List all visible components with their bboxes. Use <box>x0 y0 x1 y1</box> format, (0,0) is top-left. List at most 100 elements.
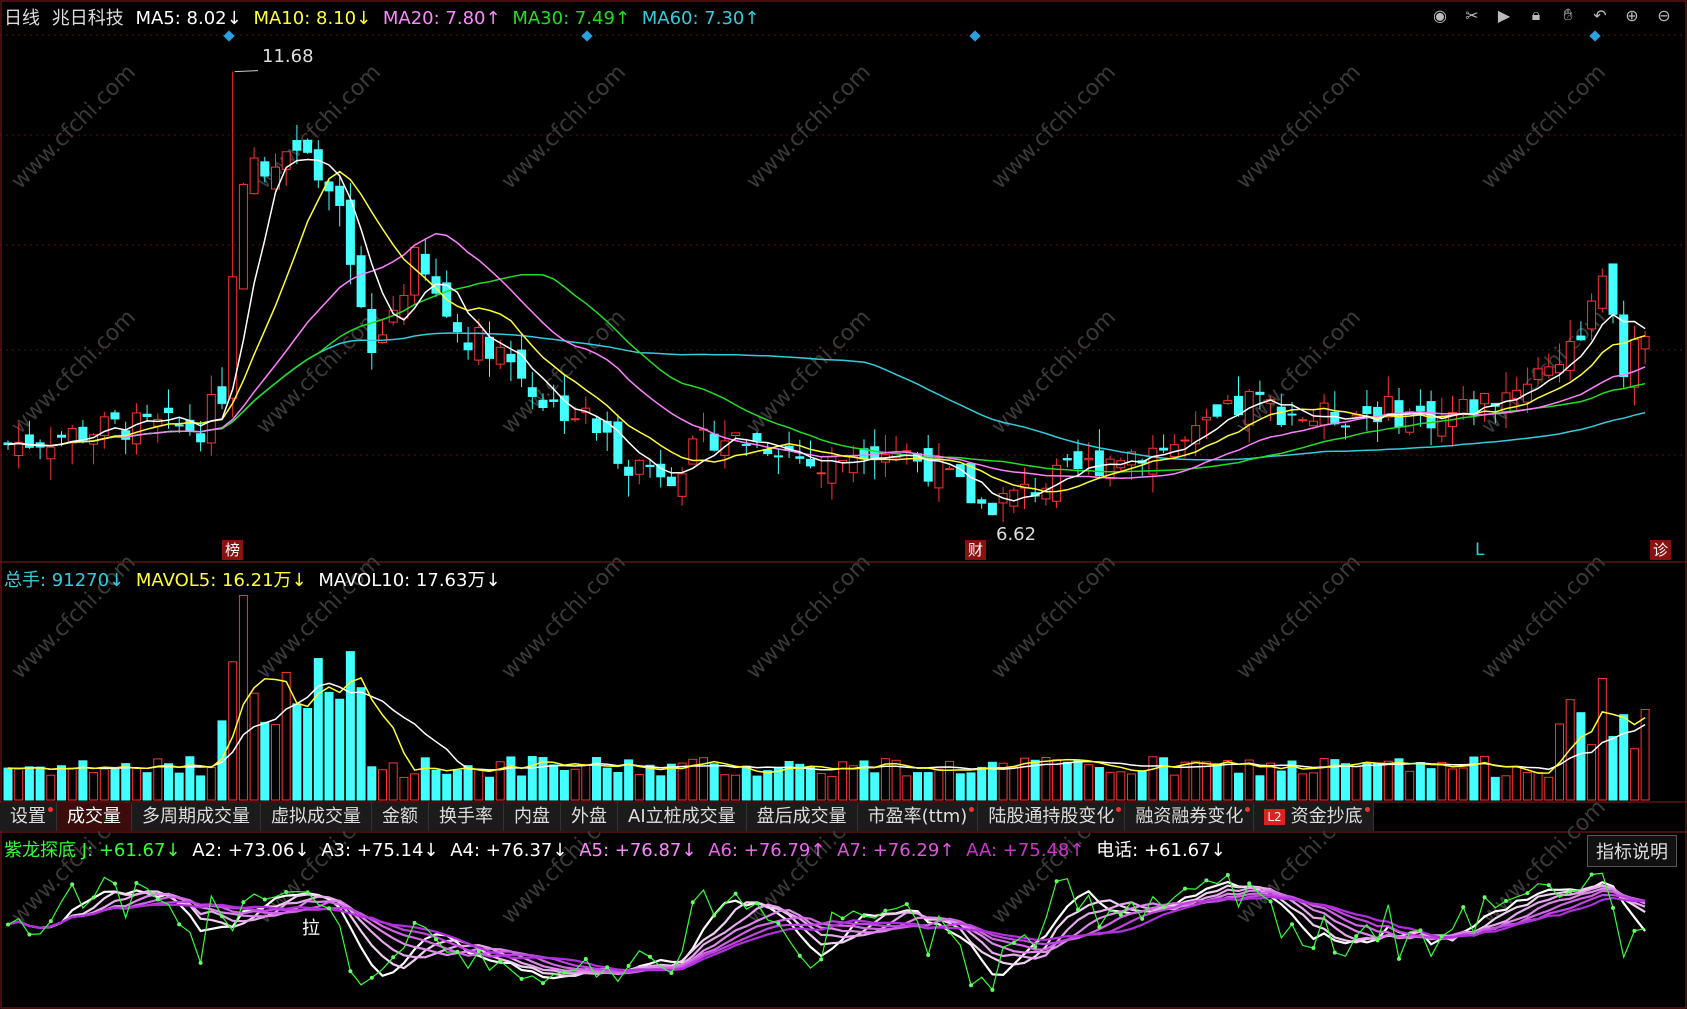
volume-bar <box>1127 773 1136 801</box>
volume-bar <box>934 768 944 801</box>
tab-6[interactable]: 内盘 <box>504 803 561 831</box>
volume-bar <box>559 770 569 801</box>
indicator-j-dot <box>969 983 973 988</box>
candle-body <box>1533 368 1543 381</box>
tab-0[interactable]: 设置 <box>0 803 57 831</box>
volume-bar <box>1169 774 1179 801</box>
volume-bar <box>1373 763 1383 801</box>
volume-bar <box>14 768 24 801</box>
tab-2[interactable]: 多周期成交量 <box>132 803 261 831</box>
candle-body <box>1201 416 1211 421</box>
tab-label: 陆股通持股变化 <box>988 806 1115 827</box>
candle-body <box>987 502 997 516</box>
candle-body <box>345 199 355 265</box>
volume-bar <box>46 774 56 801</box>
indicator-j-dot <box>134 881 139 886</box>
volume-bar <box>1105 771 1115 801</box>
indicator-j-dot <box>70 882 75 887</box>
candle-body <box>731 432 741 436</box>
indicator-j-dot <box>455 949 460 954</box>
indicator-j-dot <box>883 908 888 913</box>
volume-bar <box>57 765 66 801</box>
tab-4[interactable]: 金额 <box>372 803 429 831</box>
candle-body <box>624 466 634 476</box>
candle-body <box>1276 406 1286 426</box>
marker-cai[interactable]: 财 <box>965 540 987 560</box>
candle-body <box>795 456 805 459</box>
tab-1[interactable]: 成交量 <box>57 803 132 831</box>
eye-icon[interactable]: ◉ <box>1429 4 1451 26</box>
tab-label: 虚拟成交量 <box>271 806 361 827</box>
candle-body <box>174 424 184 427</box>
volume-bar <box>121 763 131 801</box>
volume-bar <box>1448 768 1457 801</box>
tab-13[interactable]: L2 资金抄底 <box>1254 803 1374 831</box>
zoom-in-icon[interactable]: ⊕ <box>1621 4 1643 26</box>
indicator-j-dot <box>348 969 353 974</box>
volume-bar <box>378 769 387 801</box>
volume-bar <box>410 773 420 801</box>
indicator-tabs: 设置 成交量 多周期成交量 虚拟成交量 金额 换手率 内盘 外盘 AI立桩成交量 盘后成交量 市盈率… <box>0 803 1374 831</box>
candle-body <box>367 308 377 354</box>
volume-bar <box>581 763 591 801</box>
candle-body <box>1362 406 1372 414</box>
tab-9[interactable]: 盘后成交量 <box>747 803 858 831</box>
indicator-j-dot <box>755 901 759 906</box>
indicator-j-dot <box>819 957 824 962</box>
volume-bar <box>741 765 751 801</box>
tab-11[interactable]: 陆股通持股变化 <box>978 803 1126 831</box>
lock-icon[interactable]: 🔒︎ <box>1525 4 1547 26</box>
candle-body <box>848 455 858 474</box>
tab-7[interactable]: 外盘 <box>561 803 618 831</box>
indicator-a3: A3: +75.14↓ <box>321 840 439 861</box>
notification-dot-icon <box>1364 807 1370 812</box>
volume-bar <box>335 698 345 801</box>
volume-bar <box>827 775 837 801</box>
tab-8[interactable]: AI立桩成交量 <box>618 803 747 831</box>
candle-body <box>1640 335 1650 350</box>
marker-zhen[interactable]: 诊 <box>1650 540 1672 560</box>
candle-body <box>1159 447 1169 451</box>
candle-body <box>1062 458 1072 461</box>
hand-icon[interactable]: ✋︎ <box>1557 4 1579 26</box>
indicator-j-dot <box>1504 899 1508 904</box>
volume-bar <box>1415 762 1425 801</box>
volume-bar <box>613 772 623 801</box>
mavol5-value: MAVOL5: 16.21万↓ <box>135 570 307 591</box>
volume-bar <box>1223 760 1233 801</box>
volume-bar <box>902 775 912 801</box>
zoom-out-icon[interactable]: ⊖ <box>1653 4 1675 26</box>
indicator-j-dot <box>91 895 96 900</box>
volume-bar <box>3 767 13 801</box>
volume-bar <box>131 767 141 801</box>
candle-body <box>1255 391 1265 395</box>
period-label[interactable]: 日线 <box>4 8 40 29</box>
candle-body <box>1319 402 1329 426</box>
volume-bar <box>1094 767 1104 801</box>
volume-bar <box>238 595 248 801</box>
marker-l[interactable]: L <box>1472 540 1487 560</box>
play-icon[interactable]: ▶ <box>1493 4 1515 26</box>
volume-bar <box>313 658 323 801</box>
tab-12[interactable]: 融资融券变化 <box>1125 803 1255 831</box>
undo-icon[interactable]: ↶ <box>1589 4 1611 26</box>
indicator-j-dot <box>1482 895 1487 900</box>
volume-bar <box>1341 763 1350 801</box>
scissors-icon[interactable]: ✂ <box>1461 4 1483 26</box>
indicator-explain-button[interactable]: 指标说明 <box>1587 835 1677 867</box>
candle-body <box>164 407 173 414</box>
tab-5[interactable]: 换手率 <box>429 803 504 831</box>
candle-body <box>260 161 270 177</box>
marker-bang[interactable]: 榜 <box>222 540 244 560</box>
indicator-j-dot <box>862 913 866 918</box>
indicator-j-dot <box>648 954 652 959</box>
tab-10[interactable]: 市盈率(ttm) <box>858 803 979 831</box>
tab-3[interactable]: 虚拟成交量 <box>261 803 372 831</box>
stock-name: 兆日科技 <box>51 8 124 29</box>
candle-body <box>592 418 601 434</box>
candle-body <box>549 399 559 402</box>
volume-bar <box>838 761 848 801</box>
indicator-j-dot <box>1097 924 1102 929</box>
candle-body <box>773 455 783 458</box>
candle-body <box>78 426 88 441</box>
